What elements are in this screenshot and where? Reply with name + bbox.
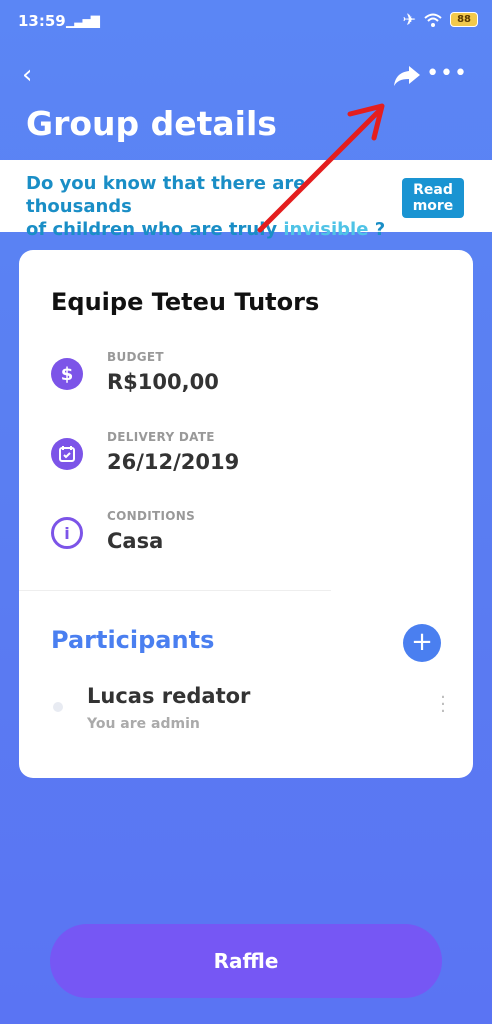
delivery-date-row: DELIVERY DATE 26/12/2019 [51,430,431,490]
raffle-button[interactable]: Raffle [50,924,442,998]
promo-banner[interactable]: Do you know that there are thousands of … [0,160,492,240]
participant-role: You are admin [87,716,200,732]
delivery-date-label: DELIVERY DATE [107,430,215,444]
participant-menu-icon[interactable]: · · · [437,689,449,721]
top-app-bar: ‹ ••• [0,60,492,92]
signal-icon: ▁▃▅▇ [66,14,100,28]
banner-line-2-start: of children who are truly [26,219,284,240]
avatar [53,702,63,712]
page-title: Group details [26,104,277,143]
share-icon[interactable] [392,62,422,90]
banner-line-2: of children who are truly invisible ? [26,218,396,241]
delivery-date-value: 26/12/2019 [107,450,240,474]
read-more-button[interactable]: Read more [402,178,464,218]
conditions-row: i CONDITIONS Casa [51,509,431,569]
banner-line-1: Do you know that there are thousands [26,173,306,217]
banner-highlight: invisible [283,219,369,240]
back-icon[interactable]: ‹ [22,60,32,90]
add-participant-button[interactable]: + [403,624,441,662]
conditions-label: CONDITIONS [107,509,196,523]
banner-text: Do you know that there are thousands of … [26,172,396,241]
budget-label: BUDGET [107,350,164,364]
budget-value: R$100,00 [107,370,219,394]
status-right: ✈ 88 [403,10,478,29]
status-bar: 13:59 ▁▃▅▇ ✈ 88 [0,0,492,44]
airplane-icon: ✈ [402,10,417,29]
wifi-icon [424,13,442,27]
group-name: Equipe Teteu Tutors [51,288,320,316]
status-time: 13:59 [18,12,66,30]
budget-row: $ BUDGET R$100,00 [51,350,431,410]
participants-title: Participants [51,626,215,654]
group-card: Equipe Teteu Tutors $ BUDGET R$100,00 DE… [19,250,473,778]
banner-line-2-end: ? [368,219,386,240]
dollar-icon: $ [51,358,83,390]
battery-indicator: 88 [450,12,478,27]
divider [19,590,331,591]
calendar-icon [51,438,83,470]
info-icon: i [51,517,83,549]
more-options-icon[interactable]: ••• [426,63,468,85]
participant-row[interactable]: Lucas redator You are admin · · · [39,680,449,740]
participant-name: Lucas redator [87,684,251,708]
conditions-value: Casa [107,529,164,553]
